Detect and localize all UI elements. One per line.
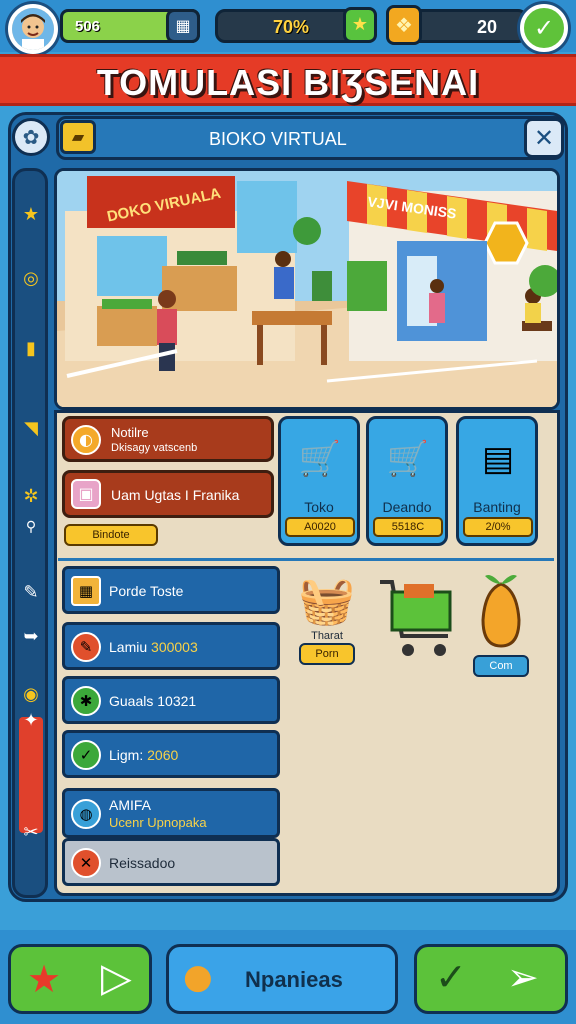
list-label: Guaals bbox=[109, 693, 154, 709]
settings-gear-icon[interactable]: ✿ bbox=[12, 118, 50, 156]
sidebar-pencil-icon[interactable]: ✎ bbox=[16, 578, 46, 608]
fruit-icon bbox=[481, 575, 521, 648]
coin-count: 20 bbox=[476, 17, 497, 37]
fruit-icon: ● bbox=[183, 957, 213, 997]
machine-icon: ▤ bbox=[481, 439, 515, 479]
leaf-icon: ✎ bbox=[71, 632, 101, 662]
sidebar-arrow-icon[interactable]: ➥ bbox=[16, 622, 46, 652]
level-value: 506 bbox=[75, 18, 101, 35]
back-button[interactable]: ★ ▷ bbox=[8, 944, 152, 1014]
list-label: Reissadoo bbox=[109, 855, 176, 871]
sidebar-gear-icon[interactable]: ✲ bbox=[16, 482, 46, 512]
progress-percent: 70% bbox=[273, 17, 310, 37]
card-name: Toko bbox=[304, 499, 334, 515]
coin-icon: ❖ bbox=[386, 5, 422, 45]
shop-scene[interactable]: DOKO VIRUALA VJVI MONISS bbox=[54, 168, 560, 410]
center-button[interactable]: ● Npanieas bbox=[166, 944, 398, 1014]
check-icon[interactable]: ✓ bbox=[520, 4, 568, 52]
list-item[interactable]: ✎ Lamiu 300003 bbox=[62, 622, 280, 670]
cart-icon: 🛒 bbox=[298, 439, 342, 479]
fruit-item[interactable]: Com bbox=[462, 570, 540, 677]
list-value: Ucenr Upnopaka bbox=[109, 815, 207, 830]
center-label: Npanieas bbox=[245, 967, 343, 992]
panel-header: BIOKO VIRTUAL bbox=[56, 116, 564, 160]
basket-item[interactable]: 🧺 Tharat Porn bbox=[292, 570, 362, 665]
franchise-label: Uam Ugtas I Franika bbox=[111, 487, 240, 503]
sidebar-star-icon[interactable]: ★ bbox=[16, 200, 46, 230]
card-name: Banting bbox=[473, 499, 521, 515]
star-icon: ★ bbox=[27, 957, 62, 1001]
tools-icon: ✕ bbox=[71, 848, 101, 878]
notice-title: Notilre bbox=[111, 425, 149, 440]
item-badge: Com bbox=[473, 655, 529, 677]
send-button[interactable]: ✓ ➢ bbox=[414, 944, 568, 1014]
list-value: 2060 bbox=[147, 747, 179, 763]
notice-button[interactable]: ◐ Notilre Dkisagy vatscenb bbox=[62, 416, 274, 462]
play-icon: ▷ bbox=[101, 955, 132, 1001]
shop-card-toko[interactable]: 🛒 Toko A0020 bbox=[278, 416, 360, 546]
list-item[interactable]: ◍ AMIFA Ucenr Upnopaka bbox=[62, 788, 280, 838]
list-label: Lamiu bbox=[109, 639, 148, 655]
list-label: AMIFA bbox=[109, 797, 152, 813]
list-item[interactable]: ✱ Guaals 10321 bbox=[62, 676, 280, 724]
shop-card-deando[interactable]: 🛒 Deando 5518C bbox=[366, 416, 448, 546]
bubble-icon: ◍ bbox=[71, 799, 101, 829]
cart-icon: 🛒 bbox=[386, 439, 430, 479]
check-arrow-icon: ✓ bbox=[435, 955, 467, 999]
panel-title: BIOKO VIRTUAL bbox=[209, 129, 347, 149]
list-value: 300003 bbox=[151, 639, 198, 655]
item-badge: Porn bbox=[299, 643, 355, 665]
list-label: Ligm: bbox=[109, 747, 144, 763]
sidebar-sparkle-icon[interactable]: ✦ bbox=[16, 706, 46, 736]
green-cart-icon bbox=[380, 580, 452, 656]
cart-item[interactable] bbox=[374, 570, 458, 674]
send-icon: ➢ bbox=[507, 955, 539, 999]
box-icon: ▦ bbox=[71, 576, 101, 606]
folder-icon[interactable]: ▰ bbox=[60, 120, 96, 154]
inventory-icon[interactable]: ▦ bbox=[166, 9, 200, 43]
sidebar-ring-icon[interactable]: ◎ bbox=[16, 264, 46, 294]
card-name: Deando bbox=[382, 499, 432, 515]
franchise-button[interactable]: ▣ Uam Ugtas I Franika bbox=[62, 470, 274, 518]
star-icon[interactable]: ★ bbox=[343, 7, 377, 43]
sidebar-flag-icon[interactable]: ◥ bbox=[16, 414, 46, 444]
small-button[interactable]: Bindote bbox=[64, 524, 158, 546]
plant-icon: ✱ bbox=[71, 686, 101, 716]
sidebar-book-icon[interactable]: ▮ bbox=[16, 334, 46, 364]
list-item[interactable]: ✓ Ligm: 2060 bbox=[62, 730, 280, 778]
sprout-icon: ✓ bbox=[71, 740, 101, 770]
card-price: A0020 bbox=[285, 517, 355, 537]
list-item[interactable]: ▦ Porde Toste bbox=[62, 566, 280, 614]
card-price: 2/0% bbox=[463, 517, 533, 537]
sidebar-key-icon[interactable]: ⚲ bbox=[16, 512, 46, 542]
notice-icon: ◐ bbox=[71, 425, 101, 455]
card-price: 5518C bbox=[373, 517, 443, 537]
list-label: Porde Toste bbox=[109, 583, 184, 599]
player-avatar[interactable] bbox=[8, 4, 58, 54]
title-banner: TOMULASI BIƷSENAI bbox=[0, 54, 576, 106]
gift-box-icon: ▣ bbox=[71, 479, 101, 509]
close-button[interactable]: ✕ bbox=[524, 118, 564, 158]
shop-card-banting[interactable]: ▤ Banting 2/0% bbox=[456, 416, 538, 546]
game-title: TOMULASI BIƷSENAI bbox=[96, 62, 480, 103]
list-item[interactable]: ✕ Reissadoo bbox=[62, 838, 280, 886]
basket-icon: 🧺 bbox=[298, 573, 356, 627]
sidebar-tools-icon[interactable]: ✂ bbox=[16, 818, 46, 848]
item-name: Tharat bbox=[311, 630, 343, 642]
divider bbox=[58, 558, 554, 561]
list-value: 10321 bbox=[157, 693, 197, 709]
notice-subtitle: Dkisagy vatscenb bbox=[111, 442, 198, 454]
